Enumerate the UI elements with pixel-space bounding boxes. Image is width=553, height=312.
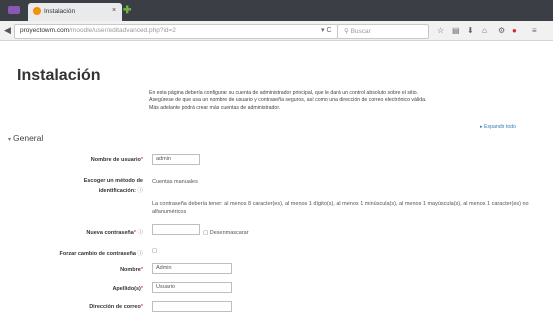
email-label: Dirección de correo* <box>89 304 143 310</box>
help-icon[interactable]: ⓘ <box>137 188 143 194</box>
section-general-header[interactable]: ▾ General <box>8 133 43 143</box>
new-password-field[interactable] <box>152 224 200 235</box>
reload-icon[interactable]: ▾ C <box>321 26 332 34</box>
force-change-label: Forzar cambio de contraseña ⓘ <box>59 251 143 257</box>
new-tab-icon[interactable]: ✚ <box>123 6 131 16</box>
tab-close-icon[interactable]: × <box>112 7 116 14</box>
url-text: proyectowm.com/moodle/user/editadvanced.… <box>20 27 176 34</box>
auth-method-value: Cuentas manuales <box>152 179 198 185</box>
extension-icon[interactable]: ⚙ <box>498 26 505 35</box>
firstname-field[interactable]: Admin <box>152 263 232 274</box>
unmask-checkbox[interactable]: ▢ <box>203 230 208 236</box>
lastname-field[interactable]: Usuario <box>152 282 232 293</box>
email-field[interactable] <box>152 301 232 312</box>
url-host: proyectowm.com <box>20 27 70 34</box>
username-label: Nombre de usuario* <box>90 157 143 163</box>
moodle-favicon-icon <box>33 7 41 15</box>
required-mark: * <box>140 157 143 163</box>
url-path: /moodle/user/editadvanced.php?id=2 <box>69 27 176 34</box>
help-icon[interactable]: ⓘ <box>137 230 143 236</box>
star-icon[interactable]: ☆ <box>437 26 444 35</box>
download-icon[interactable]: ⬇ <box>467 26 474 35</box>
search-placeholder: ⚲ Buscar <box>344 28 371 35</box>
password-policy-text: La contraseña debería tener: al menos 8 … <box>152 201 529 215</box>
collapse-arrow-icon: ▾ <box>8 137 12 143</box>
intro-text: En esta página debería configurar su cue… <box>149 90 427 111</box>
username-field[interactable]: admin <box>152 154 200 165</box>
firefox-menu-icon[interactable] <box>8 6 20 14</box>
unmask-option[interactable]: ▢ Desenmascarar <box>203 230 249 236</box>
browser-tab[interactable]: Instalación × <box>28 3 122 21</box>
home-icon[interactable]: ⌂ <box>482 26 487 35</box>
expand-all-link[interactable]: ▸ Expandir todo <box>480 124 516 130</box>
help-icon[interactable]: ⓘ <box>137 251 143 257</box>
reading-list-icon[interactable]: ▤ <box>452 26 460 35</box>
menu-icon[interactable]: ≡ <box>532 26 537 35</box>
lastname-label: Apellido(s)* <box>112 286 143 292</box>
stop-icon[interactable]: ● <box>512 26 517 35</box>
auth-method-label-line2: identificación: ⓘ <box>98 188 143 194</box>
back-icon[interactable]: ◀ <box>4 25 11 36</box>
tab-title: Instalación <box>44 8 76 15</box>
auth-method-label-line1: Escoger un método de <box>83 178 143 184</box>
force-change-checkbox[interactable]: ▢ <box>152 248 157 254</box>
new-password-label: Nueva contraseña* ⓘ <box>86 230 143 236</box>
page-title: Instalación <box>17 67 101 84</box>
firstname-label: Nombre* <box>120 267 143 273</box>
section-title: General <box>13 133 44 143</box>
